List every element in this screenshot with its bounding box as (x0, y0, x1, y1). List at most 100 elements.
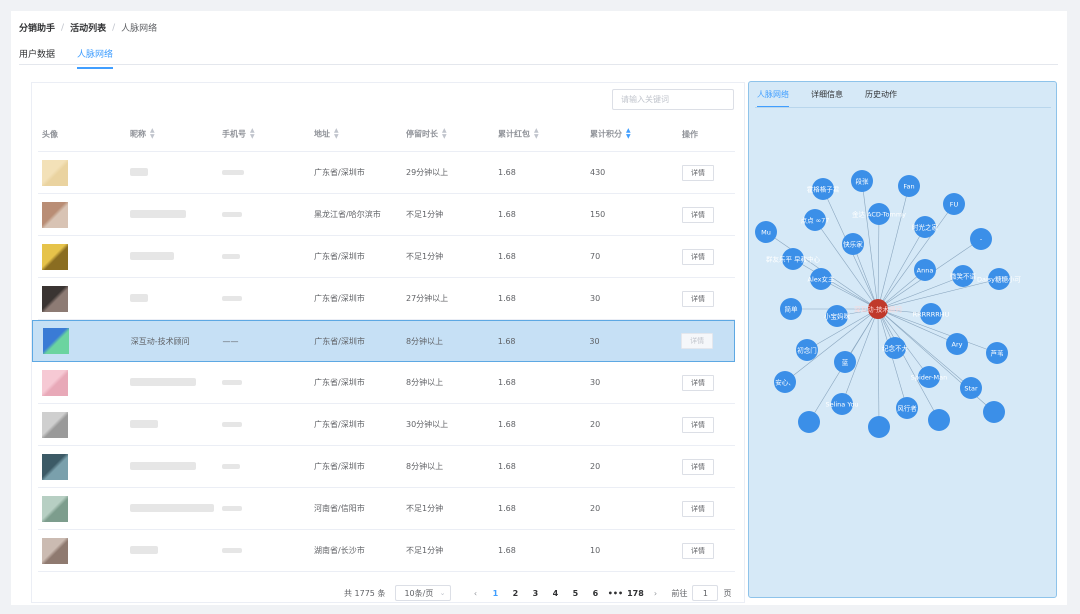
detail-button[interactable]: 详情 (682, 248, 714, 265)
cell-score: 10 (590, 546, 601, 555)
graph-node[interactable] (928, 409, 950, 431)
tab-network[interactable]: 人脉网络 (77, 47, 114, 69)
cell-score: 20 (590, 504, 601, 513)
detail-button[interactable]: 详情 (682, 164, 714, 181)
breadcrumb-item-activity-list[interactable]: 活动列表 (70, 21, 106, 34)
page-number-button[interactable]: 2 (505, 589, 525, 598)
sort-icon[interactable]: ▲ ▼ (150, 128, 155, 140)
pagination: 共 1775 条 10条/页 ⌄ ‹ 123456•••178 › 前往 页 (344, 585, 731, 601)
cell-score: 30 (590, 378, 601, 387)
col-header-address[interactable]: 地址 ▲ ▼ (314, 128, 406, 140)
cell-stay: 8分钟以上 (405, 336, 444, 346)
redacted-text (130, 209, 186, 218)
table-row[interactable]: 黑龙江省/哈尔滨市 不足1分钟 1.68 150 详情 (38, 194, 735, 236)
cell-nickname (130, 251, 222, 262)
graph-node-label: 芦苇 (991, 349, 1005, 358)
table-row[interactable]: 湖南省/长沙市 不足1分钟 1.68 10 详情 (38, 530, 735, 572)
table-row[interactable]: 深互动-技术顾问 —— 广东省/深圳市 8分钟以上 1.68 30 详情 (32, 320, 735, 362)
breadcrumb-item-distribution[interactable]: 分销助手 (19, 21, 55, 34)
graph-node-label: 风行者 (897, 404, 917, 413)
tab-user-data[interactable]: 用户数据 (19, 47, 55, 69)
prev-page-button[interactable]: ‹ (465, 589, 485, 598)
cell-stay: 不足1分钟 (406, 504, 444, 513)
cell-phone (222, 252, 314, 261)
graph-edge (877, 275, 964, 310)
col-header-stay[interactable]: 停留时长 ▲ ▼ (406, 128, 498, 140)
graph-node-label: Fan (903, 183, 914, 191)
sort-icon[interactable]: ▲ ▼ (250, 128, 255, 140)
sort-icon[interactable]: ▲ ▼ (442, 128, 447, 140)
page-size-value: 10条/页 (404, 588, 434, 598)
table-row[interactable]: 河南省/信阳市 不足1分钟 1.68 20 详情 (38, 488, 735, 530)
graph-node-label: FU (950, 201, 959, 209)
graph-node[interactable] (983, 401, 1005, 423)
sort-icon[interactable]: ▲ ▼ (334, 128, 339, 140)
cell-stay: 27分钟以上 (406, 294, 449, 303)
graph-node-label: 群友乐平 早教中心 (766, 255, 821, 264)
page-size-select[interactable]: 10条/页 ⌄ (395, 585, 452, 601)
table-row[interactable]: 广东省/深圳市 30分钟以上 1.68 20 详情 (38, 404, 735, 446)
graph-edge (877, 213, 880, 310)
cell-address: 广东省/深圳市 (314, 294, 365, 303)
page-number-button[interactable]: 6 (585, 589, 605, 598)
page-number-button[interactable]: 178 (625, 589, 645, 598)
col-header-phone[interactable]: 手机号 ▲ ▼ (222, 128, 314, 140)
cell-redpacket: 1.68 (498, 462, 516, 471)
table-row[interactable]: 广东省/深圳市 29分钟以上 1.68 430 详情 (38, 152, 735, 194)
keyword-search-input[interactable] (612, 89, 734, 110)
cell-address: 黑龙江省/哈尔滨市 (314, 210, 381, 219)
next-page-button[interactable]: › (645, 589, 665, 598)
detail-button[interactable]: 详情 (682, 374, 714, 391)
redacted-text (222, 422, 242, 427)
cell-avatar (38, 285, 130, 312)
detail-button[interactable]: 详情 (682, 206, 714, 223)
graph-node-label: Daisy糖糖小可 (977, 275, 1022, 284)
detail-button[interactable]: 详情 (682, 542, 714, 559)
table-row[interactable]: 广东省/深圳市 不足1分钟 1.68 70 详情 (38, 236, 735, 278)
cell-nickname (130, 461, 222, 472)
graph-edge (877, 308, 880, 428)
redacted-text (222, 254, 240, 259)
detail-button[interactable]: 详情 (682, 500, 714, 517)
avatar (42, 495, 68, 522)
cell-stay: 8分钟以上 (406, 378, 444, 387)
network-graph[interactable]: 霍格格子君段张FanFU金达 ACD-Tommy点点 ∞77时光之家Mu快乐家-… (749, 82, 1058, 599)
col-header-action: 操作 (682, 129, 698, 139)
detail-button[interactable]: 详情 (682, 290, 714, 307)
graph-node[interactable] (798, 411, 820, 433)
redacted-text (130, 545, 158, 554)
col-header-score[interactable]: 累计积分 ▲ ▼ (590, 128, 682, 140)
table-row[interactable]: 广东省/深圳市 27分钟以上 1.68 30 详情 (38, 278, 735, 320)
detail-button[interactable]: 详情 (682, 458, 714, 475)
table-row[interactable]: 广东省/深圳市 8分钟以上 1.68 30 详情 (38, 362, 735, 404)
breadcrumb-item-network: 人脉网络 (121, 24, 158, 34)
goto-page-input[interactable] (692, 585, 719, 601)
cell-phone (222, 546, 314, 555)
detail-button[interactable]: 详情 (681, 333, 714, 349)
cell-redpacket: 1.68 (498, 210, 516, 219)
avatar (43, 328, 69, 354)
cell-avatar (38, 537, 130, 564)
sort-icon[interactable]: ▲ ▼ (626, 128, 631, 140)
cell-nickname (130, 545, 222, 556)
page-number-button[interactable]: 1 (485, 589, 505, 598)
col-header-redpacket[interactable]: 累计红包 ▲ ▼ (498, 128, 590, 140)
cell-action: 详情 (682, 290, 735, 307)
col-header-nickname[interactable]: 昵称 ▲ ▼ (130, 128, 222, 140)
avatar (42, 369, 68, 396)
table-row[interactable]: 广东省/深圳市 8分钟以上 1.68 20 详情 (38, 446, 735, 488)
redacted-text (222, 548, 242, 553)
graph-node-label: 点点 ∞77 (801, 217, 830, 225)
more-pages-button[interactable]: ••• (605, 589, 625, 598)
graph-node-label: 时光之家 (912, 223, 939, 232)
cell-redpacket: 1.68 (498, 378, 516, 387)
page-number-button[interactable]: 3 (525, 589, 545, 598)
page-number-button[interactable]: 4 (545, 589, 565, 598)
sort-icon[interactable]: ▲ ▼ (534, 128, 539, 140)
cell-avatar (38, 411, 130, 438)
graph-edge (792, 258, 879, 310)
cell-nickname (130, 503, 222, 514)
page-number-button[interactable]: 5 (565, 589, 585, 598)
detail-button[interactable]: 详情 (682, 416, 714, 433)
graph-node[interactable] (868, 416, 890, 438)
